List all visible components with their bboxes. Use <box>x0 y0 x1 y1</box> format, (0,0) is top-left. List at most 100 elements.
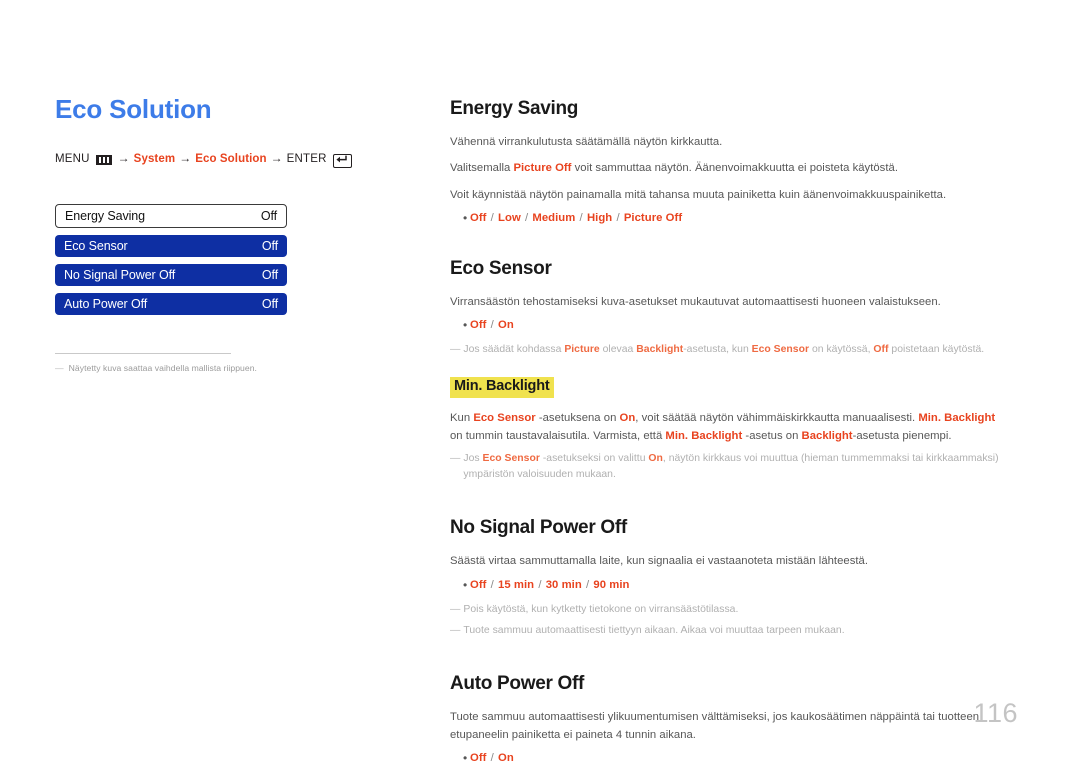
option-list: Off / On <box>470 317 514 333</box>
note-text: Jos säädät kohdassa Picture olevaa Backl… <box>463 342 984 358</box>
highlighted-term: Backlight <box>636 344 684 356</box>
right-column: Energy Saving Vähennä virrankulutusta sä… <box>450 98 1010 775</box>
separator: / <box>535 578 545 591</box>
text-fragment: voit sammuttaa näytön. Äänenvoimakkuutta… <box>571 162 898 175</box>
section-heading: No Signal Power Off <box>450 517 627 539</box>
separator: / <box>576 212 586 225</box>
enter-key-icon <box>332 153 352 168</box>
text-fragment: on käytössä, <box>809 344 874 356</box>
paragraph: Virransäästön tehostamiseksi kuva-asetuk… <box>450 295 941 308</box>
option-bullet: • Off / On <box>450 750 1010 767</box>
separator: / <box>613 212 623 225</box>
breadcrumb-enter-label: ENTER <box>286 152 327 165</box>
text-fragment: Kun <box>450 412 474 425</box>
separator: / <box>487 212 498 225</box>
text-fragment: -asetusta, kun <box>683 344 752 356</box>
osd-row-auto-power-off[interactable]: Auto Power Off Off <box>55 292 287 315</box>
option-bullet: • Off / 15 min / 30 min / 90 min <box>450 577 1010 594</box>
highlighted-term: Min. Backlight <box>665 429 743 442</box>
text-fragment: Valitsemalla <box>450 162 514 175</box>
section-auto-power-off: Auto Power Off Tuote sammuu automaattise… <box>450 673 1010 767</box>
option: Picture Off <box>623 212 683 225</box>
osd-row-label: Auto Power Off <box>64 296 148 311</box>
section-heading: Energy Saving <box>450 98 579 119</box>
note-dash: — <box>450 624 460 636</box>
breadcrumb-step-eco-solution: Eco Solution <box>195 152 267 165</box>
text-fragment: -asetus on <box>742 429 802 442</box>
option: Off <box>470 212 487 225</box>
subsection-heading: Min. Backlight <box>450 377 554 399</box>
note-dash: — <box>450 453 460 465</box>
bullet-icon: • <box>463 577 468 592</box>
option: Off <box>470 319 487 332</box>
note: — Jos Eco Sensor -asetukseksi on valittu… <box>450 451 1010 482</box>
paragraph: Säästä virtaa sammuttamalla laite, kun s… <box>450 555 868 568</box>
breadcrumb-arrow-2: → <box>179 151 192 166</box>
highlighted-term: Backlight <box>801 429 853 442</box>
osd-row-value: Off <box>261 267 278 282</box>
option: 90 min <box>593 578 630 591</box>
menu-bars-icon <box>95 154 112 165</box>
highlighted-term: On <box>648 453 663 465</box>
text-fragment: -asetukseksi on valittu <box>539 453 649 465</box>
section-no-signal-power-off: No Signal Power Off Säästä virtaa sammut… <box>450 517 1010 638</box>
option: Low <box>498 212 521 225</box>
osd-menu-preview: Energy Saving Off Eco Sensor Off No Sign… <box>55 203 287 373</box>
paragraph: Kun Eco Sensor -asetuksena on On, voit s… <box>450 410 1010 445</box>
highlighted-term: Eco Sensor <box>473 412 536 425</box>
text-fragment: -asetuksena on <box>535 412 620 425</box>
option-list: Off / Low / Medium / High / Picture Off <box>470 210 682 226</box>
note: — Jos säädät kohdassa Picture olevaa Bac… <box>450 342 1010 358</box>
separator: / <box>521 212 532 225</box>
osd-row-value: Off <box>260 208 277 223</box>
osd-footnote: ― Näytetty kuva saattaa vaihdella mallis… <box>55 363 287 373</box>
osd-row-energy-saving[interactable]: Energy Saving Off <box>55 203 287 228</box>
osd-footnote-text: Näytetty kuva saattaa vaihdella mallista… <box>68 362 257 373</box>
separator: / <box>487 578 498 591</box>
text-fragment: , voit säätää näytön vähimmäiskirkkautta… <box>635 412 919 425</box>
bullet-icon: • <box>463 211 468 226</box>
option-bullet: • Off / On <box>450 317 1010 334</box>
note: — Pois käytöstä, kun kytketty tietokone … <box>450 602 1010 618</box>
page-title: Eco Solution <box>55 94 212 124</box>
note: — Tuote sammuu automaattisesti tiettyyn … <box>450 623 1010 639</box>
option-list: Off / On <box>470 750 514 766</box>
option: Medium <box>532 212 576 225</box>
breadcrumb-menu-label: MENU <box>55 152 90 165</box>
option: Off <box>470 578 487 591</box>
option-bullet: • Off / Low / Medium / High / Picture Of… <box>450 210 1010 227</box>
highlighted-term: Eco Sensor <box>482 453 540 465</box>
text-fragment: -asetusta pienempi. <box>852 429 952 442</box>
option: High <box>586 212 613 225</box>
section-heading: Eco Sensor <box>450 257 552 279</box>
left-column: Eco Solution MENU → System → Eco Solutio… <box>55 95 405 373</box>
note-dash: — <box>450 603 460 615</box>
note-text: Pois käytöstä, kun kytketty tietokone on… <box>463 603 739 615</box>
osd-row-value: Off <box>261 238 278 253</box>
option: On <box>498 752 514 765</box>
osd-row-label: Eco Sensor <box>64 238 128 253</box>
note-dash: ― <box>55 362 64 373</box>
bullet-icon: • <box>463 751 468 766</box>
highlighted-term: Min. Backlight <box>918 412 996 425</box>
breadcrumb-arrow-3: → <box>270 151 283 166</box>
text-fragment: poistetaan käytöstä. <box>888 344 985 356</box>
note-text: Jos Eco Sensor -asetukseksi on valittu O… <box>463 451 1010 482</box>
note-text: Tuote sammuu automaattisesti tiettyyn ai… <box>463 624 845 636</box>
osd-row-eco-sensor[interactable]: Eco Sensor Off <box>55 234 287 257</box>
option: 30 min <box>545 578 582 591</box>
highlighted-term: Eco Sensor <box>751 344 810 356</box>
highlighted-term: Off <box>873 344 889 356</box>
separator: / <box>582 578 593 591</box>
paragraph: Tuote sammuu automaattisesti ylikuumentu… <box>450 711 980 741</box>
bullet-icon: • <box>463 318 468 333</box>
osd-row-label: No Signal Power Off <box>64 267 176 282</box>
osd-row-value: Off <box>261 296 278 311</box>
option: 15 min <box>498 578 535 591</box>
paragraph: Vähennä virrankulutusta säätämällä näytö… <box>450 135 723 148</box>
osd-row-no-signal-power-off[interactable]: No Signal Power Off Off <box>55 263 287 286</box>
breadcrumb-arrow-1: → <box>117 151 130 166</box>
